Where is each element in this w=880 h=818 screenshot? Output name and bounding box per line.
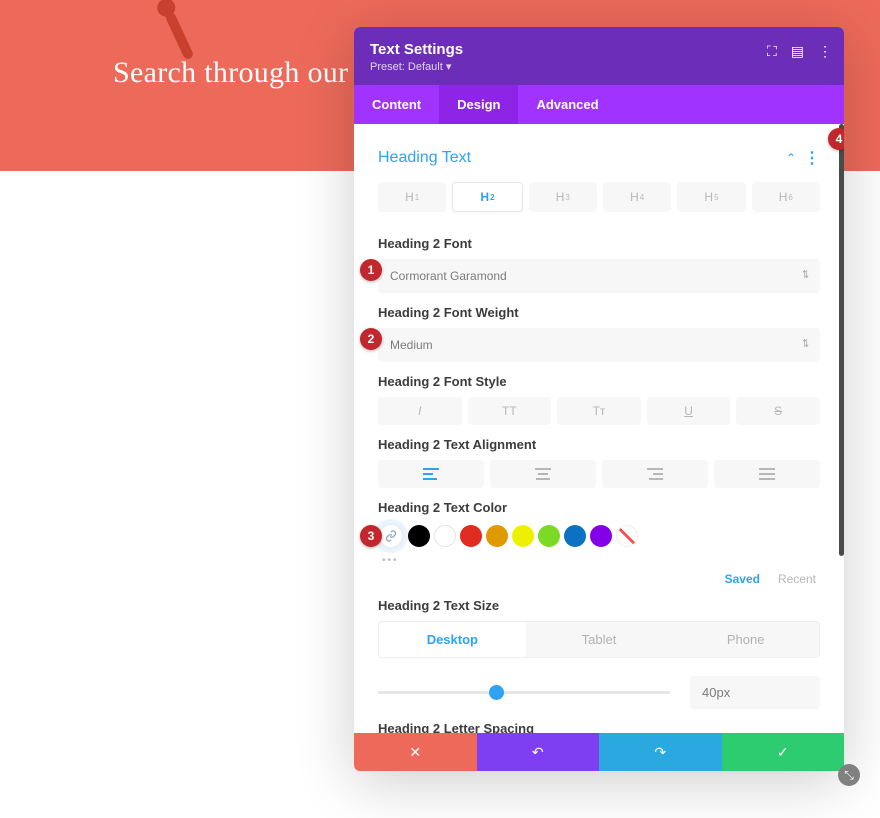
- swatch-red[interactable]: [460, 525, 482, 547]
- swatch-yellow[interactable]: [512, 525, 534, 547]
- modal-footer: ✕ ↶ ↷ ✓: [354, 733, 844, 771]
- text-align-buttons: [378, 460, 820, 488]
- swatch-orange[interactable]: [486, 525, 508, 547]
- align-justify[interactable]: [714, 460, 820, 488]
- weight-label: Heading 2 Font Weight: [378, 305, 820, 320]
- undo-button[interactable]: ↶: [477, 733, 600, 771]
- heading-level-h5[interactable]: H5: [677, 182, 745, 212]
- hero-headline: Search through our re: [113, 56, 380, 90]
- text-size-value[interactable]: 40px: [690, 676, 820, 709]
- settings-panel[interactable]: Heading Text ⌃ ⋮ H1 H2 H3 H4 H5 H6 Headi…: [354, 124, 844, 733]
- marker-3: 3: [360, 525, 382, 547]
- layout-icon[interactable]: ▤: [791, 43, 804, 60]
- cancel-button[interactable]: ✕: [354, 733, 477, 771]
- swatch-black[interactable]: [408, 525, 430, 547]
- redo-button[interactable]: ↷: [599, 733, 722, 771]
- resize-handle[interactable]: ⤡: [838, 764, 860, 786]
- color-label: Heading 2 Text Color: [378, 500, 820, 515]
- tab-content[interactable]: Content: [354, 85, 439, 124]
- modal-preset[interactable]: Preset: Default ▾: [370, 60, 463, 73]
- align-right[interactable]: [602, 460, 708, 488]
- style-uppercase[interactable]: TT: [468, 397, 552, 425]
- size-label: Heading 2 Text Size: [378, 598, 820, 613]
- font-style-buttons: I TT Tᴛ U S: [378, 397, 820, 425]
- marker-4: 4: [828, 128, 844, 150]
- collapse-icon[interactable]: ⌃: [786, 151, 796, 165]
- color-tabs: Saved Recent: [372, 572, 816, 586]
- text-size-thumb[interactable]: [489, 685, 504, 700]
- style-underline[interactable]: U: [647, 397, 731, 425]
- device-tablet[interactable]: Tablet: [526, 622, 673, 657]
- section-heading-text[interactable]: Heading Text ⌃ ⋮: [372, 148, 826, 168]
- kebab-icon[interactable]: ⋮: [818, 43, 832, 60]
- marker-1: 1: [360, 259, 382, 281]
- scrollbar[interactable]: [839, 124, 844, 556]
- color-swatches: [378, 523, 820, 549]
- expand-icon[interactable]: ⛶: [767, 43, 777, 60]
- modal-header: Text Settings Preset: Default ▾ ⛶ ▤ ⋮: [354, 27, 844, 85]
- modal-header-actions: ⛶ ▤ ⋮: [767, 43, 832, 60]
- text-size-row: 40px 4: [378, 676, 820, 709]
- text-settings-modal: Text Settings Preset: Default ▾ ⛶ ▤ ⋮ Co…: [354, 27, 844, 771]
- style-smallcaps[interactable]: Tᴛ: [557, 397, 641, 425]
- section-menu-icon[interactable]: ⋮: [804, 148, 820, 168]
- swatch-blue[interactable]: [564, 525, 586, 547]
- tab-design[interactable]: Design: [439, 85, 518, 124]
- weight-select[interactable]: Medium: [378, 328, 820, 362]
- style-strikethrough[interactable]: S: [736, 397, 820, 425]
- color-tab-saved[interactable]: Saved: [725, 572, 760, 586]
- style-label: Heading 2 Font Style: [378, 374, 820, 389]
- heading-level-h2[interactable]: H2: [452, 182, 522, 212]
- more-colors-button[interactable]: •••: [382, 555, 820, 566]
- heading-level-selector: H1 H2 H3 H4 H5 H6: [372, 182, 826, 224]
- swatch-white[interactable]: [434, 525, 456, 547]
- device-phone[interactable]: Phone: [672, 622, 819, 657]
- chevron-down-icon: ▾: [446, 61, 452, 73]
- align-left[interactable]: [378, 460, 484, 488]
- font-label: Heading 2 Font: [378, 236, 820, 251]
- swatch-none[interactable]: [616, 525, 638, 547]
- heading-level-h6[interactable]: H6: [752, 182, 820, 212]
- marker-2: 2: [360, 328, 382, 350]
- heading-level-h1[interactable]: H1: [378, 182, 446, 212]
- swatch-green[interactable]: [538, 525, 560, 547]
- save-button[interactable]: ✓: [722, 733, 845, 771]
- modal-title: Text Settings: [370, 41, 463, 58]
- device-desktop[interactable]: Desktop: [379, 622, 526, 657]
- heading-level-h3[interactable]: H3: [529, 182, 597, 212]
- align-center[interactable]: [490, 460, 596, 488]
- responsive-tabs: Desktop Tablet Phone: [378, 621, 820, 658]
- swatch-purple[interactable]: [590, 525, 612, 547]
- text-size-slider[interactable]: [378, 691, 670, 694]
- color-tab-recent[interactable]: Recent: [778, 572, 816, 586]
- spacing-label: Heading 2 Letter Spacing: [378, 721, 820, 733]
- heading-level-h4[interactable]: H4: [603, 182, 671, 212]
- align-label: Heading 2 Text Alignment: [378, 437, 820, 452]
- main-tabs: Content Design Advanced: [354, 85, 844, 124]
- font-select[interactable]: Cormorant Garamond: [378, 259, 820, 293]
- tab-advanced[interactable]: Advanced: [518, 85, 616, 124]
- style-italic[interactable]: I: [378, 397, 462, 425]
